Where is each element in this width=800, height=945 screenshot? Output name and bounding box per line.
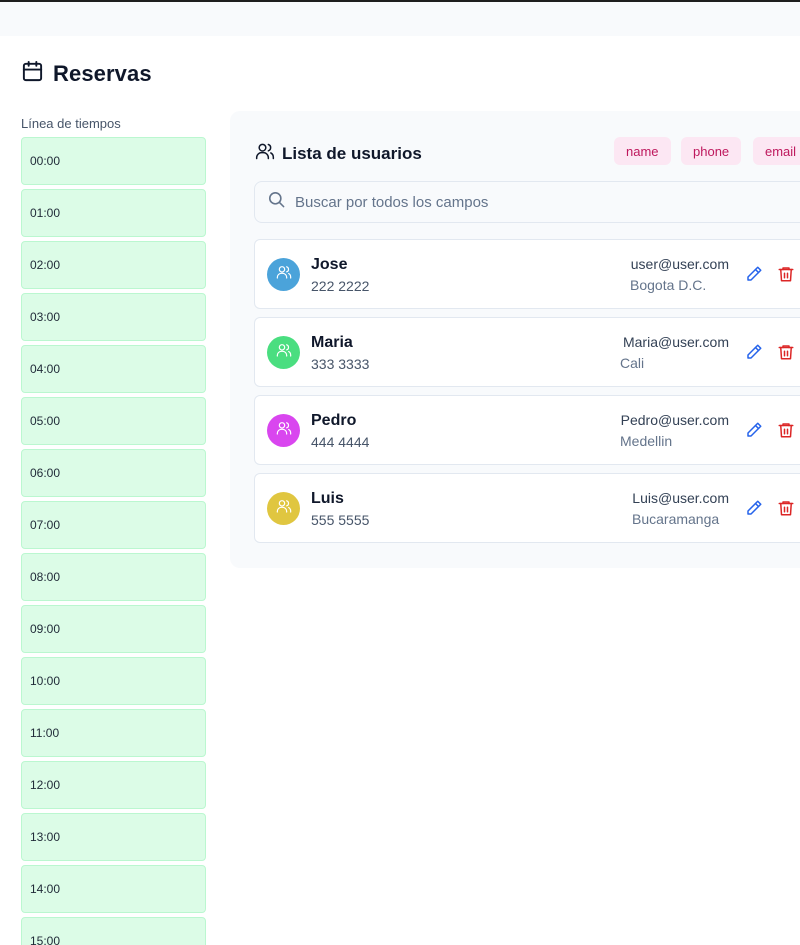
user-city: Bucaramanga — [632, 511, 720, 527]
calendar-icon — [21, 60, 44, 88]
timeline-slot[interactable]: 13:00 — [21, 813, 206, 861]
trash-icon[interactable] — [777, 265, 795, 283]
avatar — [267, 492, 300, 525]
page-title: Reservas — [53, 61, 152, 86]
user-name: Luis — [311, 490, 344, 507]
timeline-slot[interactable]: 01:00 — [21, 189, 206, 237]
user-name: Maria — [311, 334, 353, 351]
timeline-slot[interactable]: 05:00 — [21, 397, 206, 445]
user-name: Pedro — [311, 412, 357, 429]
pencil-icon[interactable] — [745, 265, 763, 283]
timeline-slot[interactable]: 07:00 — [21, 501, 206, 549]
timeline-label: Línea de tiempos — [21, 116, 121, 131]
trash-icon[interactable] — [777, 499, 795, 517]
users-panel-header: Lista de usuarios — [255, 141, 422, 166]
users-icon — [276, 420, 292, 441]
users-icon — [276, 498, 292, 519]
search-input[interactable] — [295, 193, 775, 211]
timeline-slot[interactable]: 15:00 — [21, 917, 206, 945]
filter-chip-email[interactable]: email — [753, 137, 800, 165]
users-panel: Lista de usuarios name phone email Jose … — [230, 111, 800, 568]
users-icon — [255, 141, 275, 166]
user-city: Bogota D.C. — [630, 277, 707, 293]
pencil-icon[interactable] — [745, 421, 763, 439]
top-bar — [0, 2, 800, 36]
timeline-slot[interactable]: 11:00 — [21, 709, 206, 757]
user-card[interactable]: Pedro 444 4444 Pedro@user.com Medellin — [254, 395, 800, 465]
avatar — [267, 258, 300, 291]
user-email: user@user.com — [630, 256, 729, 272]
user-email: Maria@user.com — [622, 334, 729, 350]
search-bar — [254, 181, 800, 223]
timeline-slot[interactable]: 10:00 — [21, 657, 206, 705]
trash-icon[interactable] — [777, 343, 795, 361]
users-icon — [276, 264, 292, 285]
user-city: Medellin — [620, 433, 673, 449]
pencil-icon[interactable] — [745, 343, 763, 361]
user-card[interactable]: Maria 333 3333 Maria@user.com Cali — [254, 317, 800, 387]
timeline-slot[interactable]: 12:00 — [21, 761, 206, 809]
user-phone: 444 4444 — [311, 434, 370, 450]
user-email: Luis@user.com — [632, 490, 729, 506]
search-icon — [267, 190, 286, 214]
filter-chip-phone[interactable]: phone — [681, 137, 742, 165]
timeline-slot[interactable]: 04:00 — [21, 345, 206, 393]
user-phone: 555 5555 — [311, 512, 370, 528]
user-email: Pedro@user.com — [620, 412, 729, 428]
user-card[interactable]: Jose 222 2222 user@user.com Bogota D.C. — [254, 239, 800, 309]
avatar — [267, 414, 300, 447]
pencil-icon[interactable] — [745, 499, 763, 517]
trash-icon[interactable] — [777, 421, 795, 439]
avatar — [267, 336, 300, 369]
page-header: Reservas — [21, 60, 152, 88]
timeline-slot[interactable]: 00:00 — [21, 137, 206, 185]
users-panel-title: Lista de usuarios — [282, 143, 422, 163]
timeline-slot[interactable]: 06:00 — [21, 449, 206, 497]
timeline-slot[interactable]: 02:00 — [21, 241, 206, 289]
user-name: Jose — [311, 256, 348, 273]
user-phone: 222 2222 — [311, 278, 370, 294]
timeline-slot[interactable]: 09:00 — [21, 605, 206, 653]
user-city: Cali — [620, 355, 645, 371]
filter-chip-name[interactable]: name — [614, 137, 671, 165]
timeline-slot[interactable]: 03:00 — [21, 293, 206, 341]
users-icon — [276, 342, 292, 363]
timeline-slot[interactable]: 14:00 — [21, 865, 206, 913]
timeline-slot[interactable]: 08:00 — [21, 553, 206, 601]
user-phone: 333 3333 — [311, 356, 370, 372]
timeline: 00:00 01:00 02:00 03:00 04:00 05:00 06:0… — [21, 137, 206, 945]
user-card[interactable]: Luis 555 5555 Luis@user.com Bucaramanga — [254, 473, 800, 543]
